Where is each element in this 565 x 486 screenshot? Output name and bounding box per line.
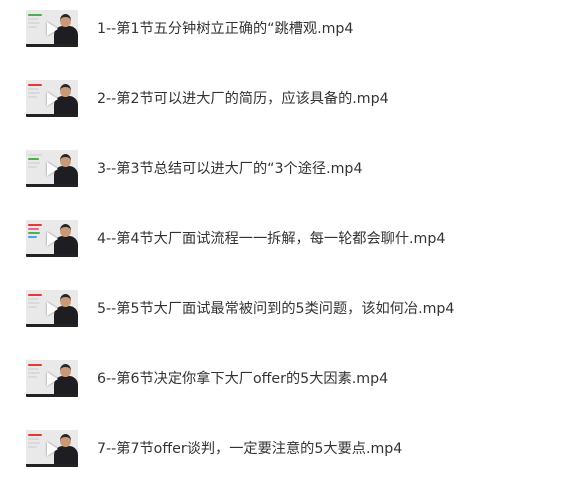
file-name[interactable]: 2--第2节可以进大厂的简历，应该具备的.mp4 [97,89,389,109]
slide-line [28,96,37,98]
file-item-5[interactable]: 5--第5节大厂面试最常被问到的5类问题，该如何冶.mp4 [0,290,565,346]
video-play-icon [47,162,58,176]
video-thumbnail[interactable] [26,150,78,187]
slide-line [28,232,40,234]
file-name[interactable]: 7--第7节offer谈判，一定要注意的5大要点.mp4 [97,439,402,459]
slide-line [28,446,37,448]
file-name[interactable]: 4--第4节大厂面试流程一一拆解，每一轮都会聊什.mp4 [97,229,445,249]
slide-line [28,162,40,164]
video-play-icon [47,442,58,456]
video-thumbnail[interactable] [26,290,78,327]
file-item-2[interactable]: 2--第2节可以进大厂的简历，应该具备的.mp4 [0,80,565,136]
video-play-icon [47,372,58,386]
slide-preview [28,154,44,174]
slide-line [28,14,42,16]
thumbnail-bar [26,114,78,117]
file-name[interactable]: 5--第5节大厂面试最常被问到的5类问题，该如何冶.mp4 [97,299,454,319]
slide-preview [28,364,44,384]
video-play-icon [47,302,58,316]
file-item-3[interactable]: 3--第3节总结可以进大厂的“3个途径.mp4 [0,150,565,206]
slide-line [28,368,39,370]
file-item-1[interactable]: 1--第1节五分钟树立正确的“跳槽观.mp4 [0,10,565,66]
slide-line [28,84,42,86]
thumbnail-bar [26,324,78,327]
slide-line [28,26,37,28]
slide-line [28,92,40,94]
video-thumbnail[interactable] [26,80,78,117]
slide-preview [28,434,44,454]
thumbnail-bar [26,464,78,467]
slide-line [28,18,39,20]
slide-line [28,298,39,300]
slide-line [28,88,39,90]
slide-preview [28,14,44,34]
slide-line [28,228,39,230]
slide-preview [28,224,44,244]
slide-line [28,154,42,156]
slide-line [28,364,42,366]
slide-line [28,158,39,160]
slide-line [28,224,42,226]
slide-preview [28,294,44,314]
slide-line [28,306,37,308]
thumbnail-bar [26,184,78,187]
file-name[interactable]: 1--第1节五分钟树立正确的“跳槽观.mp4 [97,19,353,39]
file-item-7[interactable]: 7--第7节offer谈判，一定要注意的5大要点.mp4 [0,430,565,486]
slide-line [28,22,40,24]
slide-preview [28,84,44,104]
slide-line [28,294,42,296]
video-play-icon [47,232,58,246]
video-thumbnail[interactable] [26,430,78,467]
video-file-list: 1--第1节五分钟树立正确的“跳槽观.mp4 2--第2节可以进大厂的简历，应该… [0,0,565,485]
slide-line [28,434,42,436]
slide-line [28,166,37,168]
video-thumbnail[interactable] [26,360,78,397]
slide-line [28,372,40,374]
slide-line [28,376,37,378]
slide-line [28,438,39,440]
thumbnail-bar [26,44,78,47]
video-thumbnail[interactable] [26,220,78,257]
slide-line [28,302,40,304]
slide-line [28,442,40,444]
file-item-4[interactable]: 4--第4节大厂面试流程一一拆解，每一轮都会聊什.mp4 [0,220,565,276]
file-name[interactable]: 6--第6节决定你拿下大厂offer的5大因素.mp4 [97,369,388,389]
thumbnail-bar [26,254,78,257]
slide-line [28,236,37,238]
file-name[interactable]: 3--第3节总结可以进大厂的“3个途径.mp4 [97,159,362,179]
file-item-6[interactable]: 6--第6节决定你拿下大厂offer的5大因素.mp4 [0,360,565,416]
video-play-icon [47,92,58,106]
video-play-icon [47,22,58,36]
video-thumbnail[interactable] [26,10,78,47]
thumbnail-bar [26,394,78,397]
